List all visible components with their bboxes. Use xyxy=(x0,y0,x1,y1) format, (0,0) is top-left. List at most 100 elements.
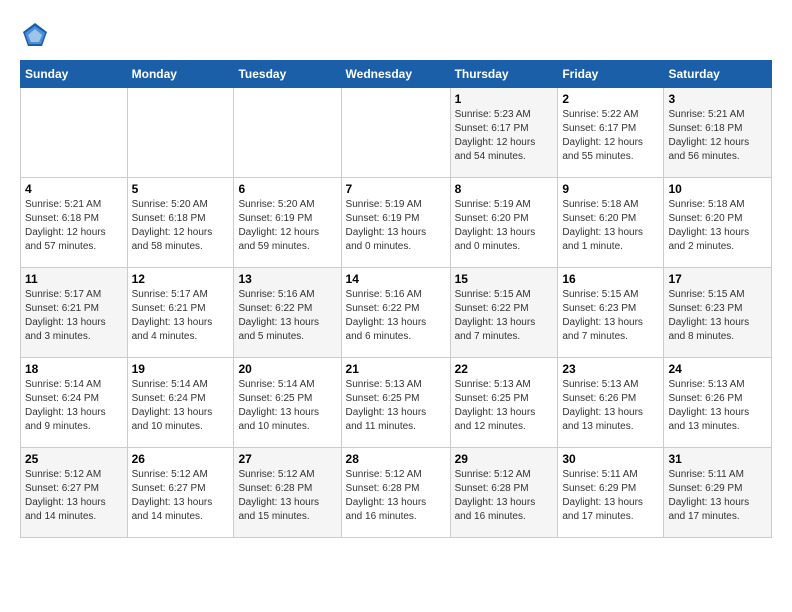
cell-info: Sunrise: 5:17 AM Sunset: 6:21 PM Dayligh… xyxy=(25,288,123,344)
day-number: 21 xyxy=(346,362,446,376)
weekday-header-row: SundayMondayTuesdayWednesdayThursdayFrid… xyxy=(21,61,772,88)
calendar-cell: 5 Sunrise: 5:20 AM Sunset: 6:18 PM Daylig… xyxy=(127,178,234,268)
calendar-cell: 6 Sunrise: 5:20 AM Sunset: 6:19 PM Daylig… xyxy=(234,178,341,268)
cell-info: Sunrise: 5:22 AM Sunset: 6:17 PM Dayligh… xyxy=(562,108,659,164)
day-number: 14 xyxy=(346,272,446,286)
calendar-cell: 16Sunrise: 5:15 AM Sunset: 6:23 PM Dayli… xyxy=(558,268,664,358)
day-number: 25 xyxy=(25,452,123,466)
cell-info: Sunrise: 5:19 AM Sunset: 6:20 PM Dayligh… xyxy=(455,198,554,254)
cell-info: Sunrise: 5:16 AM Sunset: 6:22 PM Dayligh… xyxy=(238,288,336,344)
cell-info: Sunrise: 5:20 AM Sunset: 6:18 PM Dayligh… xyxy=(132,198,230,254)
weekday-header-sunday: Sunday xyxy=(21,61,128,88)
cell-info: Sunrise: 5:18 AM Sunset: 6:20 PM Dayligh… xyxy=(668,198,767,254)
cell-info: Sunrise: 5:12 AM Sunset: 6:28 PM Dayligh… xyxy=(346,468,446,524)
cell-info: Sunrise: 5:12 AM Sunset: 6:28 PM Dayligh… xyxy=(238,468,336,524)
day-number: 17 xyxy=(668,272,767,286)
day-number: 13 xyxy=(238,272,336,286)
day-number: 23 xyxy=(562,362,659,376)
calendar-cell xyxy=(21,88,128,178)
day-number: 26 xyxy=(132,452,230,466)
cell-info: Sunrise: 5:17 AM Sunset: 6:21 PM Dayligh… xyxy=(132,288,230,344)
day-number: 15 xyxy=(455,272,554,286)
calendar-cell: 11 Sunrise: 5:17 AM Sunset: 6:21 PM Dayli… xyxy=(21,268,128,358)
cell-info: Sunrise: 5:11 AM Sunset: 6:29 PM Dayligh… xyxy=(668,468,767,524)
calendar-week-1: 1Sunrise: 5:23 AM Sunset: 6:17 PM Daylig… xyxy=(21,88,772,178)
cell-info: Sunrise: 5:13 AM Sunset: 6:25 PM Dayligh… xyxy=(455,378,554,434)
cell-info: Sunrise: 5:13 AM Sunset: 6:26 PM Dayligh… xyxy=(668,378,767,434)
weekday-header-friday: Friday xyxy=(558,61,664,88)
cell-info: Sunrise: 5:15 AM Sunset: 6:22 PM Dayligh… xyxy=(455,288,554,344)
day-number: 9 xyxy=(562,182,659,196)
cell-info: Sunrise: 5:12 AM Sunset: 6:27 PM Dayligh… xyxy=(132,468,230,524)
calendar-cell: 10 Sunrise: 5:18 AM Sunset: 6:20 PM Dayli… xyxy=(664,178,772,268)
calendar-week-5: 25 Sunrise: 5:12 AM Sunset: 6:27 PM Dayli… xyxy=(21,448,772,538)
calendar-cell: 28Sunrise: 5:12 AM Sunset: 6:28 PM Dayli… xyxy=(341,448,450,538)
day-number: 24 xyxy=(668,362,767,376)
page-header xyxy=(20,20,772,50)
day-number: 31 xyxy=(668,452,767,466)
day-number: 6 xyxy=(238,182,336,196)
calendar-cell: 3 Sunrise: 5:21 AM Sunset: 6:18 PM Daylig… xyxy=(664,88,772,178)
cell-info: Sunrise: 5:11 AM Sunset: 6:29 PM Dayligh… xyxy=(562,468,659,524)
cell-info: Sunrise: 5:12 AM Sunset: 6:28 PM Dayligh… xyxy=(455,468,554,524)
calendar-cell: 14 Sunrise: 5:16 AM Sunset: 6:22 PM Dayli… xyxy=(341,268,450,358)
day-number: 7 xyxy=(346,182,446,196)
calendar-cell: 13 Sunrise: 5:16 AM Sunset: 6:22 PM Dayli… xyxy=(234,268,341,358)
cell-info: Sunrise: 5:12 AM Sunset: 6:27 PM Dayligh… xyxy=(25,468,123,524)
calendar-cell: 17Sunrise: 5:15 AM Sunset: 6:23 PM Dayli… xyxy=(664,268,772,358)
calendar-cell: 4Sunrise: 5:21 AM Sunset: 6:18 PM Daylig… xyxy=(21,178,128,268)
calendar-cell: 24 Sunrise: 5:13 AM Sunset: 6:26 PM Dayli… xyxy=(664,358,772,448)
calendar-table: SundayMondayTuesdayWednesdayThursdayFrid… xyxy=(20,60,772,538)
cell-info: Sunrise: 5:15 AM Sunset: 6:23 PM Dayligh… xyxy=(562,288,659,344)
calendar-cell xyxy=(341,88,450,178)
calendar-cell: 31 Sunrise: 5:11 AM Sunset: 6:29 PM Dayli… xyxy=(664,448,772,538)
cell-info: Sunrise: 5:14 AM Sunset: 6:25 PM Dayligh… xyxy=(238,378,336,434)
day-number: 5 xyxy=(132,182,230,196)
cell-info: Sunrise: 5:13 AM Sunset: 6:26 PM Dayligh… xyxy=(562,378,659,434)
day-number: 19 xyxy=(132,362,230,376)
calendar-cell: 8 Sunrise: 5:19 AM Sunset: 6:20 PM Daylig… xyxy=(450,178,558,268)
calendar-cell xyxy=(234,88,341,178)
calendar-cell: 20 Sunrise: 5:14 AM Sunset: 6:25 PM Dayli… xyxy=(234,358,341,448)
day-number: 10 xyxy=(668,182,767,196)
weekday-header-saturday: Saturday xyxy=(664,61,772,88)
day-number: 30 xyxy=(562,452,659,466)
day-number: 18 xyxy=(25,362,123,376)
calendar-week-4: 18 Sunrise: 5:14 AM Sunset: 6:24 PM Dayli… xyxy=(21,358,772,448)
day-number: 12 xyxy=(132,272,230,286)
cell-info: Sunrise: 5:21 AM Sunset: 6:18 PM Dayligh… xyxy=(25,198,123,254)
day-number: 1 xyxy=(455,92,554,106)
cell-info: Sunrise: 5:14 AM Sunset: 6:24 PM Dayligh… xyxy=(132,378,230,434)
calendar-cell: 15 Sunrise: 5:15 AM Sunset: 6:22 PM Dayli… xyxy=(450,268,558,358)
cell-info: Sunrise: 5:18 AM Sunset: 6:20 PM Dayligh… xyxy=(562,198,659,254)
day-number: 3 xyxy=(668,92,767,106)
day-number: 8 xyxy=(455,182,554,196)
calendar-cell xyxy=(127,88,234,178)
day-number: 27 xyxy=(238,452,336,466)
cell-info: Sunrise: 5:14 AM Sunset: 6:24 PM Dayligh… xyxy=(25,378,123,434)
day-number: 22 xyxy=(455,362,554,376)
weekday-header-wednesday: Wednesday xyxy=(341,61,450,88)
calendar-cell: 26 Sunrise: 5:12 AM Sunset: 6:27 PM Dayli… xyxy=(127,448,234,538)
day-number: 20 xyxy=(238,362,336,376)
calendar-cell: 27 Sunrise: 5:12 AM Sunset: 6:28 PM Dayli… xyxy=(234,448,341,538)
calendar-cell: 21 Sunrise: 5:13 AM Sunset: 6:25 PM Dayli… xyxy=(341,358,450,448)
calendar-cell: 22 Sunrise: 5:13 AM Sunset: 6:25 PM Dayli… xyxy=(450,358,558,448)
calendar-cell: 19 Sunrise: 5:14 AM Sunset: 6:24 PM Dayli… xyxy=(127,358,234,448)
cell-info: Sunrise: 5:21 AM Sunset: 6:18 PM Dayligh… xyxy=(668,108,767,164)
calendar-cell: 9 Sunrise: 5:18 AM Sunset: 6:20 PM Daylig… xyxy=(558,178,664,268)
cell-info: Sunrise: 5:13 AM Sunset: 6:25 PM Dayligh… xyxy=(346,378,446,434)
day-number: 29 xyxy=(455,452,554,466)
calendar-cell: 7Sunrise: 5:19 AM Sunset: 6:19 PM Daylig… xyxy=(341,178,450,268)
day-number: 2 xyxy=(562,92,659,106)
day-number: 11 xyxy=(25,272,123,286)
calendar-cell: 2 Sunrise: 5:22 AM Sunset: 6:17 PM Daylig… xyxy=(558,88,664,178)
calendar-week-3: 11 Sunrise: 5:17 AM Sunset: 6:21 PM Dayli… xyxy=(21,268,772,358)
cell-info: Sunrise: 5:16 AM Sunset: 6:22 PM Dayligh… xyxy=(346,288,446,344)
calendar-cell: 29 Sunrise: 5:12 AM Sunset: 6:28 PM Dayli… xyxy=(450,448,558,538)
weekday-header-thursday: Thursday xyxy=(450,61,558,88)
cell-info: Sunrise: 5:20 AM Sunset: 6:19 PM Dayligh… xyxy=(238,198,336,254)
calendar-cell: 1Sunrise: 5:23 AM Sunset: 6:17 PM Daylig… xyxy=(450,88,558,178)
calendar-cell: 23 Sunrise: 5:13 AM Sunset: 6:26 PM Dayli… xyxy=(558,358,664,448)
weekday-header-tuesday: Tuesday xyxy=(234,61,341,88)
